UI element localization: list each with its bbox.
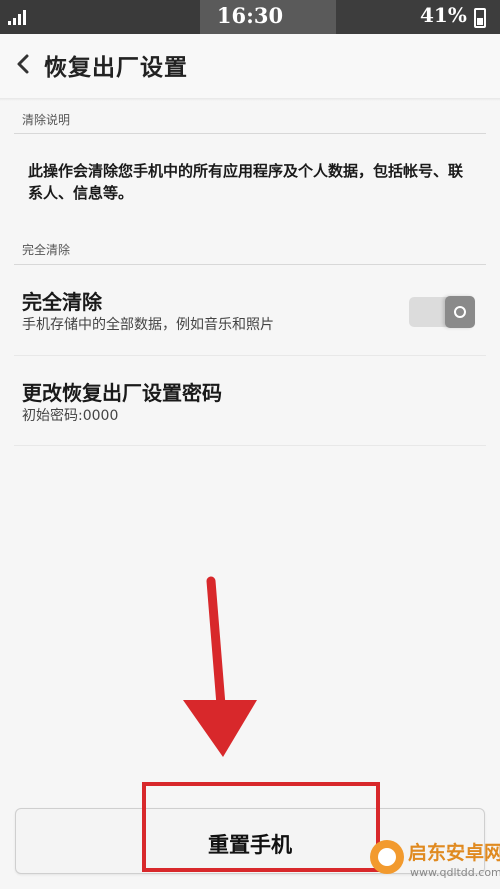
annotation-highlight-box — [142, 782, 380, 872]
watermark-url: www.qdltdd.com — [410, 866, 500, 879]
full-clear-title: 完全清除 — [22, 290, 102, 314]
back-button[interactable] — [12, 52, 36, 76]
battery-percent: 41% — [420, 3, 467, 27]
full-clear-subtitle: 手机存储中的全部数据，例如音乐和照片 — [22, 317, 274, 333]
annotation-arrow-icon — [183, 576, 257, 757]
section-header-full-clear: 完全清除 — [22, 243, 71, 257]
status-bar: 16:30 41% — [0, 0, 500, 34]
status-time: 16:30 — [216, 3, 284, 28]
watermark: 启东安卓网 www.qdltdd.com — [370, 836, 500, 889]
screen: 16:30 41% 恢复出厂设置 清除说明 此操作会清除您手机中的所有应用程序及… — [0, 0, 500, 889]
initial-password-text: 初始密码:0000 — [22, 408, 119, 424]
divider — [14, 445, 486, 446]
chevron-left-icon — [17, 54, 29, 74]
change-password-title: 更改恢复出厂设置密码 — [22, 381, 222, 405]
full-clear-toggle[interactable] — [409, 296, 475, 328]
watermark-title: 启东安卓网 — [408, 842, 500, 864]
divider — [14, 133, 486, 134]
battery-icon — [474, 8, 486, 28]
watermark-logo-icon — [370, 840, 404, 874]
page-title: 恢复出厂设置 — [44, 55, 188, 81]
clear-description: 此操作会清除您手机中的所有应用程序及个人数据，包括帐号、联系人、信息等。 — [28, 162, 464, 202]
signal-bars-icon — [8, 9, 30, 25]
divider — [14, 355, 486, 356]
section-header-clear-info: 清除说明 — [22, 113, 71, 127]
toggle-knob — [445, 296, 475, 328]
title-bar: 恢复出厂设置 — [0, 34, 500, 98]
divider — [14, 264, 486, 265]
